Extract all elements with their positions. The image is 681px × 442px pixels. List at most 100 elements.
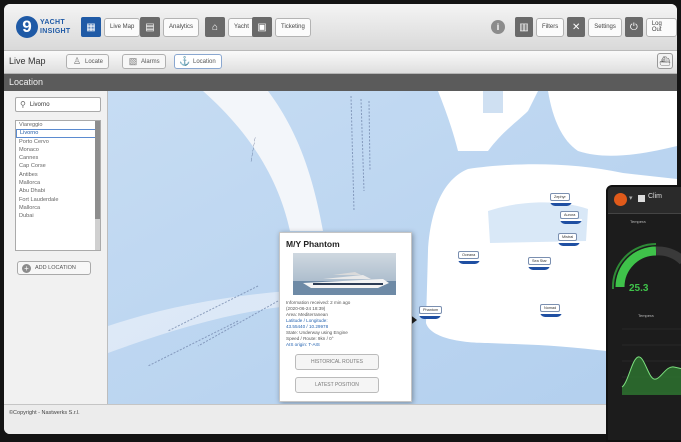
location-list-item[interactable]: Cannes <box>16 154 100 162</box>
location-sidebar: ⚲ Livorno Viareggio Livorno Porto Cervo Mon… <box>4 91 108 404</box>
yacht-icon <box>558 241 580 246</box>
info-icon[interactable]: i <box>491 20 505 34</box>
plus-icon: + <box>22 263 31 273</box>
vessel-label: Sea Star <box>528 257 551 265</box>
section-title: Location <box>4 74 677 91</box>
temperature-gauge <box>611 242 681 290</box>
locate-button[interactable]: ♙ Locate <box>66 54 110 69</box>
chevron-down-icon[interactable]: ▾ <box>629 194 633 202</box>
scrollbar-thumb[interactable] <box>95 121 100 219</box>
app-window: 9 YACHT INSIGHT ▦ Live Map ▤ Analytics ⌂… <box>4 4 677 434</box>
nav-live-map-label: Live Map <box>104 17 141 37</box>
chart-icon: ▤ <box>140 17 160 37</box>
popup-detail-line: Area: Mediterranean <box>286 312 328 317</box>
filters-button[interactable]: Filters <box>535 17 565 37</box>
nav-ticketing[interactable]: ▣ Ticketing <box>252 17 311 37</box>
historical-routes-button[interactable]: HISTORICAL ROUTES <box>295 354 379 370</box>
ship-icon[interactable]: ⛴ <box>657 53 673 69</box>
vessel-label: Mistral <box>558 233 578 241</box>
location-list-item[interactable]: Cap Corse <box>16 162 100 170</box>
grafana-logo-icon[interactable] <box>614 193 627 206</box>
alarms-label: Alarms <box>141 58 160 65</box>
popup-detail-line: Latitude / Longitude: <box>286 318 328 323</box>
dashboard-overlay: ▾ Clim Tempera 25.3 Tempera <box>606 185 681 442</box>
yacht-insight-logo[interactable]: 9 YACHT INSIGHT <box>16 14 72 42</box>
location-list-item[interactable]: Dubai <box>16 212 100 220</box>
header-actions: ▥ Filters ✕ Settings ⏻ Log Out <box>515 17 677 37</box>
dashboard-header: ▾ Clim <box>608 187 681 214</box>
nav-yacht[interactable]: ⌂ Yacht <box>205 17 255 37</box>
yacht-icon <box>419 314 441 319</box>
yacht-photo-drawing <box>293 272 396 295</box>
yacht-icon <box>540 312 562 317</box>
location-list[interactable]: Viareggio Livorno Porto Cervo Monaco Cannes C… <box>15 120 101 251</box>
location-list-item[interactable]: Mallorca <box>16 204 100 212</box>
person-pin-icon: ♙ <box>72 56 82 66</box>
settings-button[interactable]: Settings <box>588 17 622 37</box>
popup-detail-line: State: Underway using Engine <box>286 330 348 335</box>
yacht-icon <box>528 265 550 270</box>
popup-detail-line: Information received: 2 min ago <box>286 300 351 305</box>
nav-analytics[interactable]: ▤ Analytics <box>140 17 200 37</box>
wrench-icon[interactable]: ✕ <box>567 17 586 37</box>
nav-ticketing-label: Ticketing <box>275 17 311 37</box>
location-button[interactable]: ⚓ Location <box>174 54 222 69</box>
top-navigation-bar: 9 YACHT INSIGHT ▦ Live Map ▤ Analytics ⌂… <box>4 4 677 51</box>
location-search-field[interactable]: ⚲ Livorno <box>15 97 101 112</box>
nav-yacht-label: Yacht <box>228 17 255 37</box>
toolbar-title: Live Map <box>9 56 46 66</box>
popup-detail-line: (2020-06-24 18:39) <box>286 306 326 311</box>
home-icon: ⌂ <box>205 17 225 37</box>
gauge-value: 25.3 <box>629 283 649 294</box>
anchor-icon: ⚓ <box>179 56 191 66</box>
alarm-icon: ▧ <box>128 56 138 66</box>
add-location-button[interactable]: + ADD LOCATION <box>17 261 91 275</box>
dashboard-grid-icon <box>638 195 645 202</box>
alarms-button[interactable]: ▧ Alarms <box>122 54 166 69</box>
list-scrollbar[interactable] <box>95 121 100 250</box>
location-list-item[interactable]: Viareggio <box>16 121 100 129</box>
location-label: Location <box>193 58 216 65</box>
search-icon: ⚲ <box>20 100 26 109</box>
location-list-item[interactable]: Antibes <box>16 171 100 179</box>
location-list-item[interactable]: Mallorca <box>16 179 100 187</box>
copyright-text: ©Copyright - Nastwerks S.r.l. <box>9 410 80 416</box>
logo-text-bottom: INSIGHT <box>40 28 71 35</box>
logout-button[interactable]: Log Out <box>645 17 677 37</box>
logo-text-top: YACHT <box>40 19 65 26</box>
yacht-icon <box>560 219 582 224</box>
live-map[interactable]: — — — — — Phantom Sea Star Oceana Nomad … <box>108 91 677 404</box>
vessel-label: Nomad <box>540 304 561 312</box>
locate-label: Locate <box>85 58 104 65</box>
popup-title: M/Y Phantom <box>286 239 340 249</box>
location-list-item[interactable]: Abu Dhabi <box>16 187 100 195</box>
vessel-label: Zephyr <box>550 193 570 201</box>
filter-icon[interactable]: ▥ <box>515 17 533 37</box>
location-list-item[interactable]: Livorno <box>16 129 100 138</box>
vessel-label: Aurora <box>560 211 580 219</box>
nav-live-map[interactable]: ▦ Live Map <box>81 17 141 37</box>
temperature-graph <box>621 328 681 395</box>
popup-detail-line: 43.55440 / 10.29978 <box>286 324 329 329</box>
popup-detail-line: AIS origin: T-AIS <box>286 342 320 347</box>
yacht-icon <box>458 259 480 264</box>
map-icon: ▦ <box>81 17 101 37</box>
yacht-icon <box>550 201 572 206</box>
location-list-item[interactable]: Porto Cervo <box>16 138 100 146</box>
search-value: Livorno <box>29 101 50 108</box>
logo-mark: 9 <box>16 16 38 38</box>
location-list-item[interactable]: Monaco <box>16 146 100 154</box>
dashboard-title[interactable]: Clim <box>648 193 662 200</box>
ticket-icon: ▣ <box>252 17 272 37</box>
latest-position-button[interactable]: LATEST POSITION <box>295 377 379 393</box>
vessel-label: Phantom <box>419 306 443 314</box>
location-list-item[interactable]: Fort Lauderdale <box>16 196 100 204</box>
vessel-label: Oceana <box>458 251 480 259</box>
popup-detail-line: Speed / Route: 9kn / 0° <box>286 336 334 341</box>
logout-icon[interactable]: ⏻ <box>624 17 643 37</box>
live-map-toolbar: Live Map ♙ Locate ▧ Alarms ⚓ Location <box>4 51 677 74</box>
yacht-photo <box>293 253 396 295</box>
dock-basin <box>483 91 503 113</box>
add-location-label: ADD LOCATION <box>35 265 76 271</box>
vessel-info-popup: M/Y Phantom Information received: 2 min … <box>279 232 412 402</box>
